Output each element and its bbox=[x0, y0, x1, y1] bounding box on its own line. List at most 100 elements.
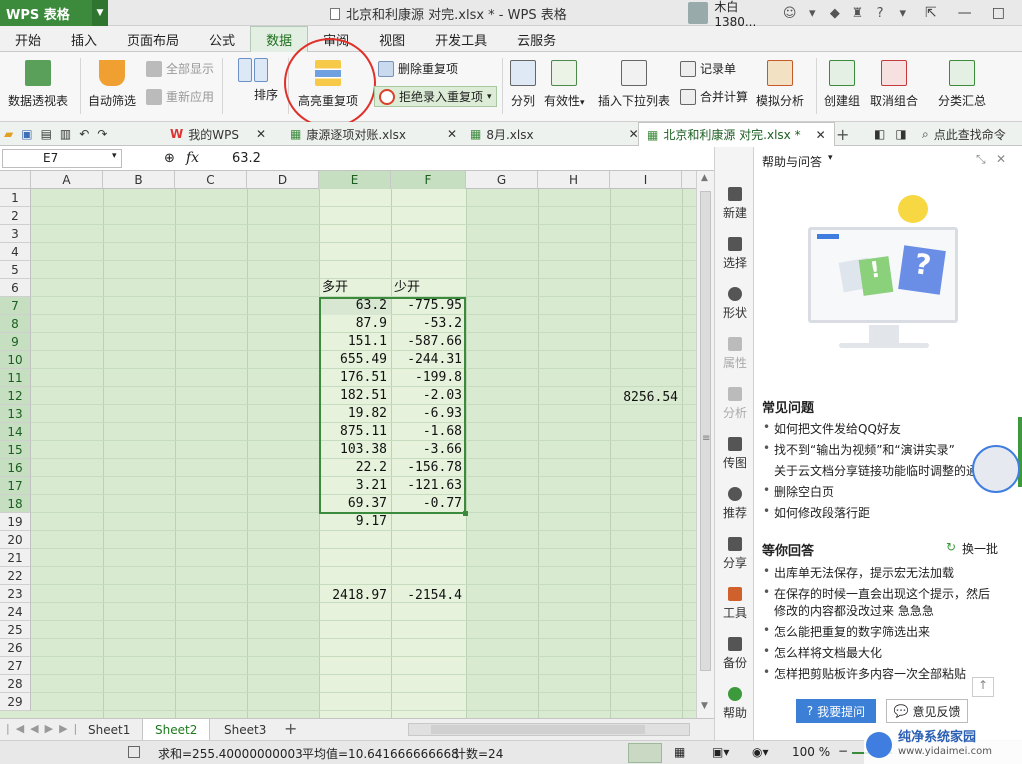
row-header[interactable]: 19 bbox=[0, 513, 31, 531]
minimize-button[interactable]: — bbox=[951, 0, 979, 26]
formula-input[interactable]: 63.2 bbox=[232, 151, 261, 166]
insert-dropdown-button[interactable]: 插入下拉列表 bbox=[598, 60, 670, 109]
cell-e19[interactable]: 9.17 bbox=[319, 513, 391, 531]
delete-duplicates-button[interactable]: 删除重复项 bbox=[378, 60, 458, 77]
row-header[interactable]: 5 bbox=[0, 261, 31, 279]
cell-e15[interactable]: 103.38 bbox=[319, 441, 391, 459]
row-header[interactable]: 10 bbox=[0, 351, 31, 369]
cell-f16[interactable]: -156.78 bbox=[391, 459, 466, 477]
print-icon[interactable]: ▥ bbox=[60, 127, 71, 141]
side-tool-recommend[interactable]: 推荐 bbox=[715, 487, 755, 521]
sheet-tab-2[interactable]: Sheet2 bbox=[142, 719, 211, 741]
help-icon[interactable]: ? bbox=[872, 4, 889, 22]
row-header[interactable]: 25 bbox=[0, 621, 31, 639]
resize-panel-icon[interactable]: ⤡ bbox=[976, 152, 986, 167]
sort-button[interactable]: 排序 bbox=[228, 58, 278, 103]
faq-item[interactable]: 如何把文件发给QQ好友 bbox=[763, 420, 901, 437]
cell-f14[interactable]: -1.68 bbox=[391, 423, 466, 441]
sheet-tab-1[interactable]: Sheet1 bbox=[76, 719, 142, 741]
chevron-down-icon[interactable]: ▾ bbox=[828, 153, 833, 163]
tab-file-1[interactable]: ▦ 康源逐项对账.xlsx ✕ bbox=[290, 122, 457, 146]
row-header[interactable]: 17 bbox=[0, 477, 31, 495]
tab-developer[interactable]: 开发工具 bbox=[420, 26, 502, 52]
create-group-button[interactable]: 创建组 bbox=[824, 60, 860, 109]
cell-e10[interactable]: 655.49 bbox=[319, 351, 391, 369]
row-header[interactable]: 6 bbox=[0, 279, 31, 297]
question-item[interactable]: 怎么样将文档最大化 bbox=[763, 644, 882, 661]
cell-f13[interactable]: -6.93 bbox=[391, 405, 466, 423]
cell-f23[interactable]: -2154.4 bbox=[391, 587, 466, 605]
macro-icon[interactable] bbox=[128, 746, 140, 758]
vip-icon[interactable]: ☺ bbox=[781, 4, 798, 22]
side-tool-help[interactable]: 帮助 bbox=[715, 687, 755, 721]
nav-icon[interactable]: ◧ bbox=[874, 127, 885, 141]
cell-e13[interactable]: 19.82 bbox=[319, 405, 391, 423]
sheet-tab-3[interactable]: Sheet3 bbox=[212, 719, 278, 741]
validity-button[interactable]: 有效性▾ bbox=[544, 60, 585, 109]
tab-formula[interactable]: 公式 bbox=[194, 26, 250, 52]
side-tool-new[interactable]: 新建 bbox=[715, 187, 755, 221]
cell-e23[interactable]: 2418.97 bbox=[319, 587, 391, 605]
chevron-down-icon[interactable]: ▾ bbox=[580, 98, 585, 108]
chevron-down-icon[interactable]: ▾ bbox=[804, 4, 821, 22]
undo-icon[interactable]: ↶ bbox=[79, 127, 89, 141]
col-header-e[interactable]: E bbox=[319, 171, 391, 189]
cell-e16[interactable]: 22.2 bbox=[319, 459, 391, 477]
col-header-i[interactable]: I bbox=[610, 171, 682, 189]
row-header[interactable]: 8 bbox=[0, 315, 31, 333]
cell-e12[interactable]: 182.51 bbox=[319, 387, 391, 405]
zoom-level[interactable]: 100 % bbox=[792, 745, 830, 759]
feedback-button[interactable]: 💬 意见反馈 bbox=[886, 699, 968, 723]
close-icon[interactable]: ✕ bbox=[996, 152, 1006, 166]
chevron-down-icon[interactable]: ▾ bbox=[894, 4, 911, 22]
horizontal-scrollbar[interactable] bbox=[408, 723, 690, 736]
row-header[interactable]: 21 bbox=[0, 549, 31, 567]
eye-care-icon[interactable]: ◉▾ bbox=[752, 745, 769, 759]
side-tool-backup[interactable]: 备份 bbox=[715, 637, 755, 671]
split-column-button[interactable]: 分列 bbox=[510, 60, 536, 109]
help-panel-title[interactable]: 帮助与问答 bbox=[762, 153, 822, 170]
question-item[interactable]: 在保存的时候一直会出现这个提示，然后 bbox=[763, 585, 990, 602]
reject-duplicates-button[interactable]: 拒绝录入重复项 ▾ bbox=[374, 86, 497, 107]
side-tool-analysis[interactable]: 分析 bbox=[715, 387, 755, 421]
command-search[interactable]: ⌕ 点此查找命令 bbox=[922, 122, 1006, 146]
redo-icon[interactable]: ↷ bbox=[97, 127, 107, 141]
restore-ribbon-icon[interactable]: ⇱ bbox=[917, 0, 945, 26]
row-header[interactable]: 3 bbox=[0, 225, 31, 243]
zoom-out-icon[interactable]: − bbox=[838, 744, 848, 758]
row-header[interactable]: 23 bbox=[0, 585, 31, 603]
col-header-c[interactable]: C bbox=[175, 171, 247, 189]
row-header[interactable]: 7 bbox=[0, 297, 31, 315]
side-tool-properties[interactable]: 属性 bbox=[715, 337, 755, 371]
row-header[interactable]: 11 bbox=[0, 369, 31, 387]
cell-e14[interactable]: 875.11 bbox=[319, 423, 391, 441]
row-header[interactable]: 22 bbox=[0, 567, 31, 585]
col-header-d[interactable]: D bbox=[247, 171, 319, 189]
vertical-scrollbar[interactable]: ▲ ≡ ▼ bbox=[696, 171, 714, 718]
zoom-icon[interactable]: ⊕ bbox=[164, 151, 175, 166]
refresh-button[interactable]: 换一批 bbox=[962, 540, 998, 557]
cell-e11[interactable]: 176.51 bbox=[319, 369, 391, 387]
ask-question-button[interactable]: ? 我要提问 bbox=[796, 699, 876, 723]
tab-view[interactable]: 视图 bbox=[364, 26, 420, 52]
row-header[interactable]: 20 bbox=[0, 531, 31, 549]
reading-view-icon[interactable]: ▣▾ bbox=[712, 745, 729, 759]
side-tool-select[interactable]: 选择 bbox=[715, 237, 755, 271]
faq-item[interactable]: 删除空白页 bbox=[763, 483, 834, 500]
tab-file-3[interactable]: ▦ 北京和利康源 对完.xlsx * ✕ bbox=[638, 122, 835, 146]
maximize-button[interactable]: □ bbox=[984, 0, 1012, 26]
reapply-button[interactable]: 重新应用 bbox=[146, 88, 214, 105]
page-break-view-icon[interactable]: ▦ bbox=[674, 745, 685, 759]
cell-e9[interactable]: 151.1 bbox=[319, 333, 391, 351]
faq-item[interactable]: 如何修改段落行距 bbox=[763, 504, 870, 521]
hscroll-thumb[interactable] bbox=[431, 725, 645, 734]
col-header-b[interactable]: B bbox=[103, 171, 175, 189]
new-tab-button[interactable]: + bbox=[836, 122, 849, 146]
chevron-down-icon[interactable]: ▾ bbox=[487, 92, 492, 102]
scroll-down-icon[interactable]: ▼ bbox=[701, 701, 708, 711]
cell-i12[interactable]: 8256.54 bbox=[610, 389, 682, 407]
cell-f9[interactable]: -587.66 bbox=[391, 333, 466, 351]
question-item[interactable]: 出库单无法保存，提示宏无法加载 bbox=[763, 564, 954, 581]
faq-item[interactable]: 找不到“输出为视频”和“演讲实录” bbox=[763, 441, 955, 458]
show-all-button[interactable]: 全部显示 bbox=[146, 60, 214, 77]
